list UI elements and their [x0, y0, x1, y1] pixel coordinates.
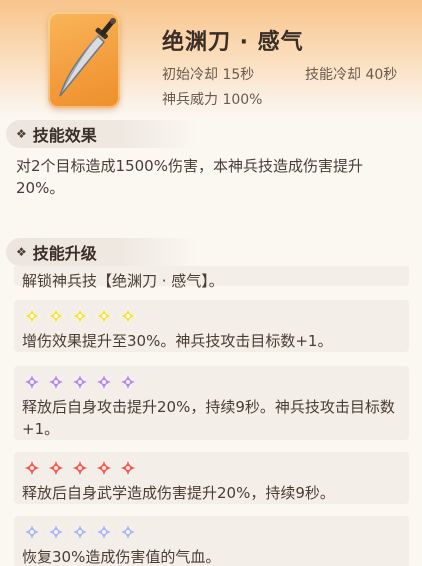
star-icon — [70, 458, 90, 478]
effect-section-header: ❖ 技能效果 — [6, 120, 196, 148]
upgrade-item: 解锁神兵技【绝渊刀 · 感气】。 — [14, 266, 409, 290]
weapon-icon-card — [48, 12, 120, 108]
star-icon — [118, 522, 138, 542]
star-icon — [94, 522, 114, 542]
star-icon — [118, 458, 138, 478]
upgrade-item: 恢复30%造成伤害值的气血。 — [14, 516, 409, 566]
star-icon — [22, 522, 42, 542]
star-icon — [118, 306, 138, 326]
upgrade-text: 解锁神兵技【绝渊刀 · 感气】。 — [22, 272, 224, 290]
upgrade-text: 增伤效果提升至30%。神兵技攻击目标数+1。 — [22, 332, 333, 350]
star-rating — [22, 306, 401, 326]
upgrade-item: 增伤效果提升至30%。神兵技攻击目标数+1。 — [14, 300, 409, 352]
star-icon — [22, 306, 42, 326]
upgrade-text: 释放后自身攻击提升20%，持续9秒。神兵技攻击目标数+1。 — [22, 398, 395, 438]
upgrade-item: 释放后自身攻击提升20%，持续9秒。神兵技攻击目标数+1。 — [14, 366, 409, 440]
star-icon — [118, 372, 138, 392]
upgrade-section-header: ❖ 技能升级 — [6, 238, 196, 266]
skill-title: 绝渊刀 · 感气 — [162, 30, 304, 55]
diamond-icon: ❖ — [16, 127, 27, 141]
star-icon — [22, 372, 42, 392]
star-rating — [22, 372, 401, 392]
star-icon — [70, 372, 90, 392]
weapon-power: 神兵威力 100% — [162, 92, 263, 108]
star-icon — [94, 458, 114, 478]
blade-icon — [59, 18, 116, 97]
star-icon — [70, 306, 90, 326]
star-icon — [22, 458, 42, 478]
diamond-icon: ❖ — [16, 245, 27, 259]
star-icon — [46, 372, 66, 392]
initial-cooldown: 初始冷却 15秒 — [162, 67, 255, 83]
skill-cooldown: 技能冷却 40秒 — [305, 67, 398, 83]
upgrade-text: 释放后自身武学造成伤害提升20%，持续9秒。 — [22, 484, 335, 502]
star-icon — [70, 522, 90, 542]
upgrade-text: 恢复30%造成伤害值的气血。 — [22, 548, 221, 566]
star-icon — [94, 372, 114, 392]
upgrade-list[interactable]: 解锁神兵技【绝渊刀 · 感气】。 增伤效果提升至30%。神兵技攻击目标数+1。 … — [0, 266, 422, 566]
star-icon — [94, 306, 114, 326]
star-rating — [22, 522, 401, 542]
effect-header-label: 技能效果 — [32, 126, 97, 145]
star-rating — [22, 458, 401, 478]
star-icon — [46, 522, 66, 542]
upgrade-header-label: 技能升级 — [32, 244, 97, 263]
star-icon — [46, 458, 66, 478]
effect-description: 对2个目标造成1500%伤害，本神兵技造成伤害提升20%。 — [16, 157, 363, 197]
star-icon — [46, 306, 66, 326]
upgrade-item: 释放后自身武学造成伤害提升20%，持续9秒。 — [14, 452, 409, 504]
